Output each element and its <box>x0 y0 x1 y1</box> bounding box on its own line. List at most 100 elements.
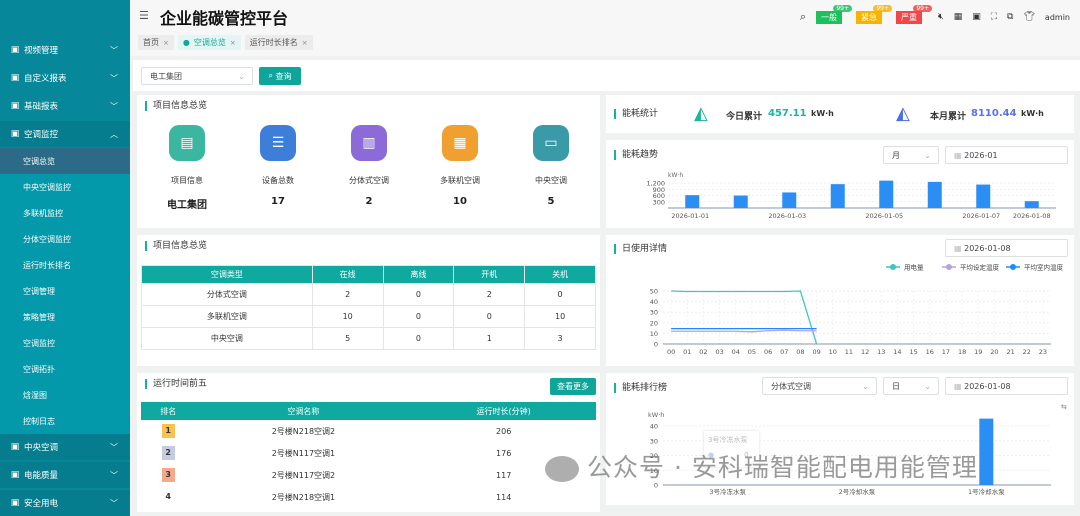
sidebar-subitem-label: 焓湿图 <box>23 390 47 400</box>
overview-label: 设备总数 <box>262 176 294 185</box>
close-icon[interactable]: × <box>230 39 236 47</box>
x-tick-label: 09 <box>812 348 820 356</box>
panel-title: 项目信息总览 <box>145 241 207 251</box>
sidebar-item-bottom[interactable]: ▣ 电能质量 ﹀ <box>0 462 130 488</box>
x-tick-label: 15 <box>909 348 917 356</box>
table-row: 2 2号楼N117空调1 176 <box>141 442 596 464</box>
tab[interactable]: 首页 × <box>138 35 174 50</box>
legend-label: 平均设定温度 <box>960 263 1000 272</box>
search-icon[interactable]: ⌕ <box>800 10 806 24</box>
sidebar-subitem[interactable]: 分体空调监控 <box>0 226 130 252</box>
sidebar-subitem-label: 策略管理 <box>23 312 55 322</box>
alarm-badge[interactable]: 严重 99+ <box>896 4 933 24</box>
sidebar-item-label: 中央空调 <box>24 443 59 453</box>
legend-marker <box>946 264 952 270</box>
legend-marker <box>1010 264 1016 270</box>
sidebar-subitem-label: 空调监控 <box>23 338 55 348</box>
sidebar-subitem[interactable]: 空调管理 <box>0 278 130 304</box>
series-line <box>671 290 818 345</box>
month-stats-icon: ◭ <box>896 103 910 124</box>
sidebar-subitem[interactable]: 中央空调监控 <box>0 174 130 200</box>
alarm-badge[interactable]: 紧急 99+ <box>856 4 893 24</box>
x-tick-label: 12 <box>861 348 869 356</box>
bar <box>927 181 942 208</box>
sidebar-subitem[interactable]: 多联机监控 <box>0 200 130 226</box>
grid-icon[interactable]: ▦ <box>954 12 963 22</box>
y-tick-label: 10 <box>650 330 658 338</box>
company-select-value: 电工集团 <box>150 71 182 81</box>
sidebar-item-label: 安全用电 <box>24 499 59 509</box>
close-icon[interactable]: × <box>163 39 169 47</box>
panel-title: 运行时间前五 <box>145 379 207 389</box>
y-tick-label: 30 <box>650 309 658 317</box>
fullscreen-icon[interactable]: ⛶ <box>991 12 997 22</box>
mute-icon[interactable]: 🔇︎ <box>938 12 944 22</box>
x-tick-label: 16 <box>926 348 934 356</box>
sidebar-item-label: 空调监控 <box>24 130 59 140</box>
sidebar-item-bottom[interactable]: ▣ 安全用电 ﹀ <box>0 490 130 516</box>
y-tick-label: 40 <box>650 423 658 431</box>
alarm-level: 严重 <box>901 12 918 22</box>
x-tick-label: 02 <box>699 348 707 356</box>
chevron-down-icon: ﹀ <box>110 470 118 480</box>
y-tick-label: 20 <box>650 319 658 327</box>
chevron-down-icon: ﹀ <box>110 45 118 55</box>
tab[interactable]: ● 空调总览 × <box>177 35 241 50</box>
tab-label: 运行时长排名 <box>249 38 298 47</box>
sidebar-subitem[interactable]: 空调拓扑 <box>0 356 130 382</box>
safety-icon: ▣ <box>10 498 20 508</box>
chevron-up-icon: ︿ <box>110 129 118 139</box>
central-ac-icon: ▣ <box>10 442 20 452</box>
x-tick-label: 07 <box>780 348 788 356</box>
theme-shirt-icon[interactable]: 👕︎ <box>1023 12 1034 22</box>
view-more-button[interactable]: 查看更多 <box>550 378 596 395</box>
sidebar-subitem-label: 多联机监控 <box>23 208 63 218</box>
translate-icon[interactable]: ⧉ <box>1007 12 1013 22</box>
legend-label: 用电量 <box>904 263 924 272</box>
tab[interactable]: 运行时长排名 × <box>244 35 313 50</box>
sidebar-subitem[interactable]: 空调监控 <box>0 330 130 356</box>
x-tick-label: 2026-01-01 <box>671 212 709 220</box>
ranking-chart: kW·h 0 10 20 30 40 3号冷冻水泵 2号冷却水泵 1号冷却水泵 <box>648 411 1051 496</box>
sidebar-subitem[interactable]: 焓湿图 <box>0 382 130 408</box>
sidebar-item-3[interactable]: ▣ 空调监控 ︿ <box>0 121 130 147</box>
menu-toggle-icon[interactable]: ☰ <box>139 9 149 22</box>
screen-icon[interactable]: ▣ <box>972 12 981 22</box>
bar <box>685 195 700 208</box>
legend-label: 平均室内温度 <box>1024 263 1064 272</box>
sidebar-subitem-label: 分体空调监控 <box>23 234 71 244</box>
overview-value: 2 <box>365 196 373 207</box>
x-tick-label: 2026-01-03 <box>768 212 806 220</box>
daily-chart: 用电量 平均设定温度 平均室内温度 0 10 20 30 40 50 00 01 02 03 04 05 06… <box>650 263 1064 357</box>
user-name[interactable]: admin <box>1045 13 1070 22</box>
x-tick-label: 2026-01-08 <box>1013 212 1051 220</box>
sidebar-item-1[interactable]: ▣ 自定义报表 ﹀ <box>0 65 130 91</box>
x-tick-label: 10 <box>829 348 837 356</box>
monitor-icon: ▣ <box>10 101 20 111</box>
company-select[interactable]: 电工集团 ⌄ <box>141 67 253 85</box>
sidebar-subitem[interactable]: 空调总览 <box>0 148 130 174</box>
sidebar-item-bottom[interactable]: ▣ 中央空调 ﹀ <box>0 434 130 460</box>
energy-stats-panel: 能耗统计 ◭ 今日累计 457.11 kW·h ◭ 本月累计 8110.44 k… <box>606 95 1074 133</box>
column-header: 关机 <box>524 265 596 284</box>
table-row: 4 2号楼N218空调1 114 <box>141 486 596 508</box>
overview-label: 中央空调 <box>535 176 567 185</box>
run-duration: 114 <box>496 492 512 502</box>
tooltip-name: 3号冷冻水泵 <box>708 436 748 444</box>
sidebar-item-2[interactable]: ▣ 基础报表 ﹀ <box>0 93 130 119</box>
sidebar-item-label: 电能质量 <box>24 471 59 481</box>
bar <box>979 418 994 485</box>
column-header: 在线 <box>311 265 384 284</box>
sidebar-item-0[interactable]: ▣ 视频管理 ﹀ <box>0 37 130 63</box>
alarm-badge[interactable]: 一般 99+ <box>816 4 853 24</box>
close-icon[interactable]: × <box>302 39 308 47</box>
x-tick-label: 06 <box>764 348 772 356</box>
x-tick-label: 18 <box>958 348 966 356</box>
overview-item: ▤ 项目信息 电工集团 <box>147 125 227 211</box>
sidebar-subitem[interactable]: 运行时长排名 <box>0 252 130 278</box>
query-button[interactable]: ⌕ 查询 <box>259 67 301 85</box>
sidebar-subitem[interactable]: 控制日志 <box>0 408 130 434</box>
top5-panel: 运行时间前五 查看更多 排名 空调名称 运行时长(分钟) 1 2号楼N218空调2 206… <box>137 373 600 512</box>
sidebar-subitem[interactable]: 策略管理 <box>0 304 130 330</box>
table-row: 多联机空调 10 0 0 10 <box>141 305 596 328</box>
